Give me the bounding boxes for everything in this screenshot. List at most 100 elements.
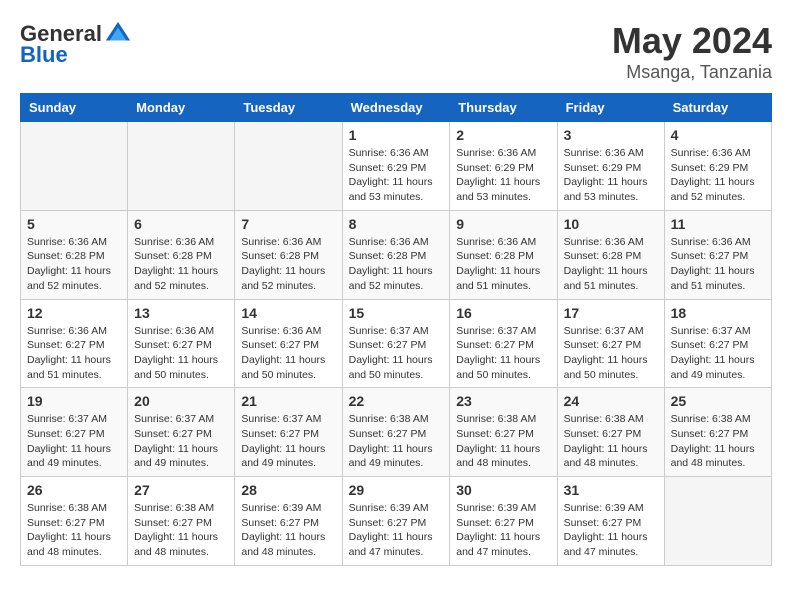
- calendar-empty-cell: [235, 122, 342, 211]
- day-info: Sunrise: 6:39 AM Sunset: 6:27 PM Dayligh…: [241, 501, 335, 560]
- calendar-day-cell: 19 Sunrise: 6:37 AM Sunset: 6:27 PM Dayli…: [21, 388, 128, 477]
- calendar-table: SundayMondayTuesdayWednesdayThursdayFrid…: [20, 93, 772, 566]
- calendar-day-cell: 12Sunrise: 6:36 AM Sunset: 6:27 PM Dayli…: [21, 299, 128, 388]
- day-info: Sunrise: 6:37 AM Sunset: 6:27 PM Dayligh…: [564, 324, 658, 383]
- calendar-day-cell: 11 Sunrise: 6:36 AM Sunset: 6:27 PM Dayli…: [664, 210, 771, 299]
- calendar-day-cell: 6Sunrise: 6:36 AM Sunset: 6:28 PM Daylig…: [128, 210, 235, 299]
- day-number: 19: [27, 393, 121, 409]
- calendar-day-cell: 18Sunrise: 6:37 AM Sunset: 6:27 PM Dayli…: [664, 299, 771, 388]
- calendar-day-cell: 10Sunrise: 6:36 AM Sunset: 6:28 PM Dayli…: [557, 210, 664, 299]
- calendar-day-cell: 23Sunrise: 6:38 AM Sunset: 6:27 PM Dayli…: [450, 388, 557, 477]
- day-info: Sunrise: 6:36 AM Sunset: 6:27 PM Dayligh…: [671, 235, 765, 294]
- calendar-empty-cell: [128, 122, 235, 211]
- location: Msanga, Tanzania: [612, 62, 772, 83]
- day-number: 16: [456, 305, 550, 321]
- day-number: 22: [349, 393, 444, 409]
- day-number: 23: [456, 393, 550, 409]
- day-info: Sunrise: 6:37 AM Sunset: 6:27 PM Dayligh…: [671, 324, 765, 383]
- calendar-day-cell: 16 Sunrise: 6:37 AM Sunset: 6:27 PM Dayli…: [450, 299, 557, 388]
- weekday-header-wednesday: Wednesday: [342, 94, 450, 122]
- day-info: Sunrise: 6:36 AM Sunset: 6:28 PM Dayligh…: [349, 235, 444, 294]
- day-info: Sunrise: 6:39 AM Sunset: 6:27 PM Dayligh…: [349, 501, 444, 560]
- logo: General Blue: [20, 20, 132, 68]
- day-number: 27: [134, 482, 228, 498]
- day-info: Sunrise: 6:37 AM Sunset: 6:27 PM Dayligh…: [134, 412, 228, 471]
- calendar-day-cell: 14 Sunrise: 6:36 AM Sunset: 6:27 PM Dayli…: [235, 299, 342, 388]
- day-info: Sunrise: 6:37 AM Sunset: 6:27 PM Dayligh…: [27, 412, 121, 471]
- day-number: 21: [241, 393, 335, 409]
- calendar-week-row: 19 Sunrise: 6:37 AM Sunset: 6:27 PM Dayli…: [21, 388, 772, 477]
- day-info: Sunrise: 6:36 AM Sunset: 6:28 PM Dayligh…: [241, 235, 335, 294]
- day-info: Sunrise: 6:37 AM Sunset: 6:27 PM Dayligh…: [241, 412, 335, 471]
- day-number: 25: [671, 393, 765, 409]
- calendar-day-cell: 1 Sunrise: 6:36 AM Sunset: 6:29 PM Daylig…: [342, 122, 450, 211]
- calendar-day-cell: 20 Sunrise: 6:37 AM Sunset: 6:27 PM Dayli…: [128, 388, 235, 477]
- day-info: Sunrise: 6:38 AM Sunset: 6:27 PM Dayligh…: [671, 412, 765, 471]
- day-info: Sunrise: 6:38 AM Sunset: 6:27 PM Dayligh…: [349, 412, 444, 471]
- day-number: 14: [241, 305, 335, 321]
- day-number: 30: [456, 482, 550, 498]
- day-info: Sunrise: 6:36 AM Sunset: 6:29 PM Dayligh…: [349, 146, 444, 205]
- calendar-week-row: 26 Sunrise: 6:38 AM Sunset: 6:27 PM Dayli…: [21, 477, 772, 566]
- calendar-day-cell: 24 Sunrise: 6:38 AM Sunset: 6:27 PM Dayli…: [557, 388, 664, 477]
- day-info: Sunrise: 6:36 AM Sunset: 6:28 PM Dayligh…: [134, 235, 228, 294]
- calendar-day-cell: 3 Sunrise: 6:36 AM Sunset: 6:29 PM Daylig…: [557, 122, 664, 211]
- weekday-header-friday: Friday: [557, 94, 664, 122]
- day-number: 28: [241, 482, 335, 498]
- month-year: May 2024: [612, 20, 772, 62]
- day-number: 2: [456, 127, 550, 143]
- calendar-day-cell: 22 Sunrise: 6:38 AM Sunset: 6:27 PM Dayli…: [342, 388, 450, 477]
- logo-blue-text: Blue: [20, 42, 68, 68]
- calendar-day-cell: 13 Sunrise: 6:36 AM Sunset: 6:27 PM Dayli…: [128, 299, 235, 388]
- day-number: 20: [134, 393, 228, 409]
- day-number: 17: [564, 305, 658, 321]
- day-info: Sunrise: 6:36 AM Sunset: 6:27 PM Dayligh…: [241, 324, 335, 383]
- calendar-day-cell: 21 Sunrise: 6:37 AM Sunset: 6:27 PM Dayli…: [235, 388, 342, 477]
- weekday-header-sunday: Sunday: [21, 94, 128, 122]
- calendar-day-cell: 8 Sunrise: 6:36 AM Sunset: 6:28 PM Daylig…: [342, 210, 450, 299]
- weekday-header-thursday: Thursday: [450, 94, 557, 122]
- day-info: Sunrise: 6:36 AM Sunset: 6:28 PM Dayligh…: [27, 235, 121, 294]
- calendar-day-cell: 17 Sunrise: 6:37 AM Sunset: 6:27 PM Dayli…: [557, 299, 664, 388]
- day-info: Sunrise: 6:39 AM Sunset: 6:27 PM Dayligh…: [564, 501, 658, 560]
- day-info: Sunrise: 6:38 AM Sunset: 6:27 PM Dayligh…: [564, 412, 658, 471]
- day-number: 26: [27, 482, 121, 498]
- day-info: Sunrise: 6:36 AM Sunset: 6:27 PM Dayligh…: [134, 324, 228, 383]
- day-info: Sunrise: 6:36 AM Sunset: 6:28 PM Dayligh…: [564, 235, 658, 294]
- day-info: Sunrise: 6:37 AM Sunset: 6:27 PM Dayligh…: [456, 324, 550, 383]
- calendar-day-cell: 9Sunrise: 6:36 AM Sunset: 6:28 PM Daylig…: [450, 210, 557, 299]
- day-number: 9: [456, 216, 550, 232]
- calendar-empty-cell: [21, 122, 128, 211]
- calendar-day-cell: 4Sunrise: 6:36 AM Sunset: 6:29 PM Daylig…: [664, 122, 771, 211]
- title-section: May 2024 Msanga, Tanzania: [612, 20, 772, 83]
- day-number: 11: [671, 216, 765, 232]
- day-number: 31: [564, 482, 658, 498]
- calendar-day-cell: 5Sunrise: 6:36 AM Sunset: 6:28 PM Daylig…: [21, 210, 128, 299]
- page-header: General Blue May 2024 Msanga, Tanzania: [20, 20, 772, 83]
- calendar-day-cell: 2 Sunrise: 6:36 AM Sunset: 6:29 PM Daylig…: [450, 122, 557, 211]
- day-info: Sunrise: 6:37 AM Sunset: 6:27 PM Dayligh…: [349, 324, 444, 383]
- logo-icon: [104, 20, 132, 48]
- calendar-week-row: 5Sunrise: 6:36 AM Sunset: 6:28 PM Daylig…: [21, 210, 772, 299]
- day-number: 3: [564, 127, 658, 143]
- calendar-empty-cell: [664, 477, 771, 566]
- weekday-header-saturday: Saturday: [664, 94, 771, 122]
- day-info: Sunrise: 6:36 AM Sunset: 6:29 PM Dayligh…: [564, 146, 658, 205]
- day-number: 7: [241, 216, 335, 232]
- calendar-day-cell: 25 Sunrise: 6:38 AM Sunset: 6:27 PM Dayli…: [664, 388, 771, 477]
- calendar-day-cell: 26 Sunrise: 6:38 AM Sunset: 6:27 PM Dayli…: [21, 477, 128, 566]
- calendar-week-row: 12 Sunrise: 6:36 AM Sunset: 6:27 PM Dayli…: [21, 299, 772, 388]
- day-number: 13: [134, 305, 228, 321]
- day-info: Sunrise: 6:38 AM Sunset: 6:27 PM Dayligh…: [27, 501, 121, 560]
- calendar-day-cell: 7 Sunrise: 6:36 AM Sunset: 6:28 PM Daylig…: [235, 210, 342, 299]
- day-info: Sunrise: 6:36 AM Sunset: 6:29 PM Dayligh…: [456, 146, 550, 205]
- day-number: 12: [27, 305, 121, 321]
- day-number: 8: [349, 216, 444, 232]
- calendar-day-cell: 15 Sunrise: 6:37 AM Sunset: 6:27 PM Dayli…: [342, 299, 450, 388]
- day-info: Sunrise: 6:39 AM Sunset: 6:27 PM Dayligh…: [456, 501, 550, 560]
- day-number: 24: [564, 393, 658, 409]
- day-number: 1: [349, 127, 444, 143]
- calendar-day-cell: 30 Sunrise: 6:39 AM Sunset: 6:27 PM Dayli…: [450, 477, 557, 566]
- day-number: 15: [349, 305, 444, 321]
- calendar-day-cell: 28 Sunrise: 6:39 AM Sunset: 6:27 PM Dayli…: [235, 477, 342, 566]
